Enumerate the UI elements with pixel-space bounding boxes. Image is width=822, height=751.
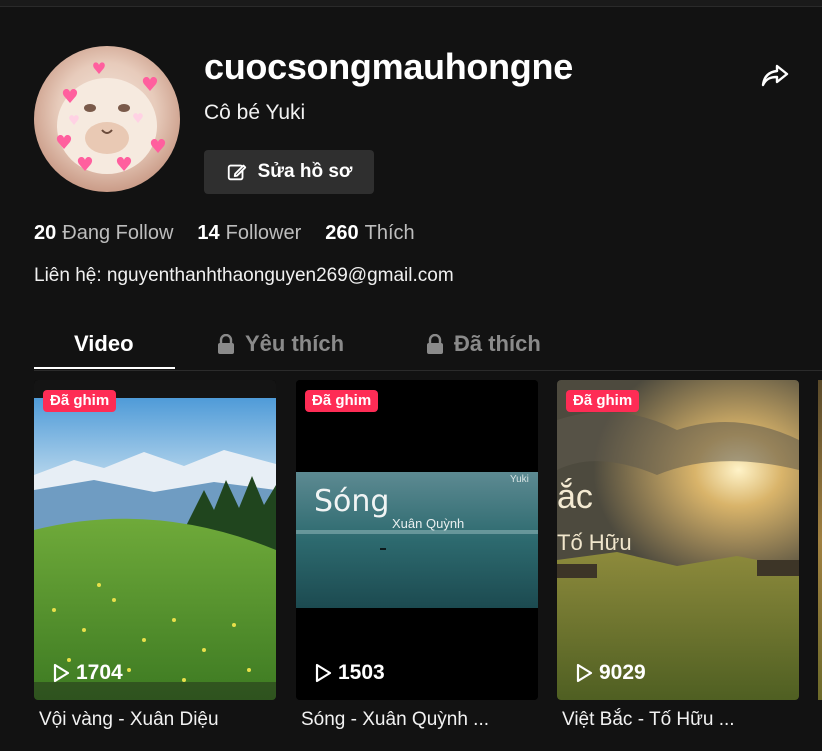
overlay-title: Sóng bbox=[314, 484, 390, 519]
tab-video-label: Video bbox=[74, 331, 134, 356]
stat-followers[interactable]: 14 Follower bbox=[197, 222, 301, 245]
avatar[interactable] bbox=[34, 46, 180, 192]
profile-page: cuocsongmauhongne Cô bé Yuki Sửa hồ sơ 2… bbox=[0, 0, 822, 751]
play-icon bbox=[315, 663, 332, 683]
video-thumbnail bbox=[34, 380, 276, 700]
view-count: 1704 bbox=[52, 661, 123, 685]
play-icon bbox=[53, 663, 70, 683]
stat-likes-count: 260 bbox=[325, 222, 359, 244]
video-card[interactable]: Sóng Xuân Quỳnh Yuki Đã ghim 1503 bbox=[296, 380, 538, 700]
bio-contact: Liên hệ: nguyenthanhthaonguyen269@gmail.… bbox=[34, 265, 454, 286]
profile-stats: 20 Đang Follow 14 Follower 260 Thích bbox=[34, 222, 415, 245]
edit-profile-button[interactable]: Sửa hồ sơ bbox=[204, 150, 374, 194]
stat-followers-label: Follower bbox=[225, 222, 302, 244]
video-caption[interactable]: Việt Bắc - Tố Hữu ... bbox=[562, 709, 735, 731]
video-thumbnail bbox=[296, 380, 538, 700]
edit-icon bbox=[227, 164, 246, 181]
pinned-badge: Đã ghim bbox=[305, 390, 379, 412]
video-caption[interactable]: Vội vàng - Xuân Diệu bbox=[39, 709, 219, 731]
tab-liked[interactable]: Đã thích bbox=[426, 320, 541, 368]
top-divider bbox=[0, 0, 822, 7]
overlay-corner-label: Yuki bbox=[510, 474, 529, 485]
share-button[interactable] bbox=[760, 60, 790, 90]
view-count-value: 9029 bbox=[599, 661, 646, 684]
stat-followers-count: 14 bbox=[197, 222, 220, 244]
view-count-value: 1503 bbox=[338, 661, 385, 684]
pinned-badge: Đã ghim bbox=[566, 390, 640, 412]
lock-icon bbox=[218, 334, 234, 354]
overlay-author: Tố Hữu bbox=[557, 530, 632, 555]
view-count: 1503 bbox=[314, 661, 385, 685]
lock-icon bbox=[427, 334, 443, 354]
stat-likes-label: Thích bbox=[364, 222, 415, 244]
play-icon bbox=[576, 663, 593, 683]
avatar-image bbox=[56, 62, 166, 174]
active-tab-indicator bbox=[34, 367, 175, 369]
video-card[interactable]: Đã ghim 1704 bbox=[34, 380, 276, 700]
overlay-title: ắc bbox=[557, 478, 593, 516]
view-count-value: 1704 bbox=[76, 661, 123, 684]
profile-tabs: Video Yêu thích Đã thích bbox=[34, 320, 822, 371]
share-arrow-icon bbox=[761, 64, 789, 87]
tab-favorites-label: Yêu thích bbox=[245, 331, 345, 356]
video-card[interactable]: ắc Tố Hữu Đã ghim 9029 bbox=[557, 380, 799, 700]
stat-following-label: Đang Follow bbox=[62, 222, 174, 244]
pinned-badge: Đã ghim bbox=[43, 390, 117, 412]
overlay-author: Xuân Quỳnh bbox=[392, 516, 465, 531]
view-count: 9029 bbox=[575, 661, 646, 685]
tab-video[interactable]: Video bbox=[74, 320, 134, 368]
username: cuocsongmauhongne bbox=[204, 46, 573, 87]
stat-likes: 260 Thích bbox=[325, 222, 414, 245]
tab-favorites[interactable]: Yêu thích bbox=[217, 320, 344, 368]
next-video-card-peek[interactable] bbox=[818, 380, 822, 700]
stat-following-count: 20 bbox=[34, 222, 57, 244]
tab-liked-label: Đã thích bbox=[454, 331, 541, 356]
nickname: Cô bé Yuki bbox=[204, 101, 306, 124]
edit-profile-label: Sửa hồ sơ bbox=[257, 161, 353, 182]
stat-following[interactable]: 20 Đang Follow bbox=[34, 222, 173, 245]
video-caption[interactable]: Sóng - Xuân Quỳnh ... bbox=[301, 709, 489, 731]
